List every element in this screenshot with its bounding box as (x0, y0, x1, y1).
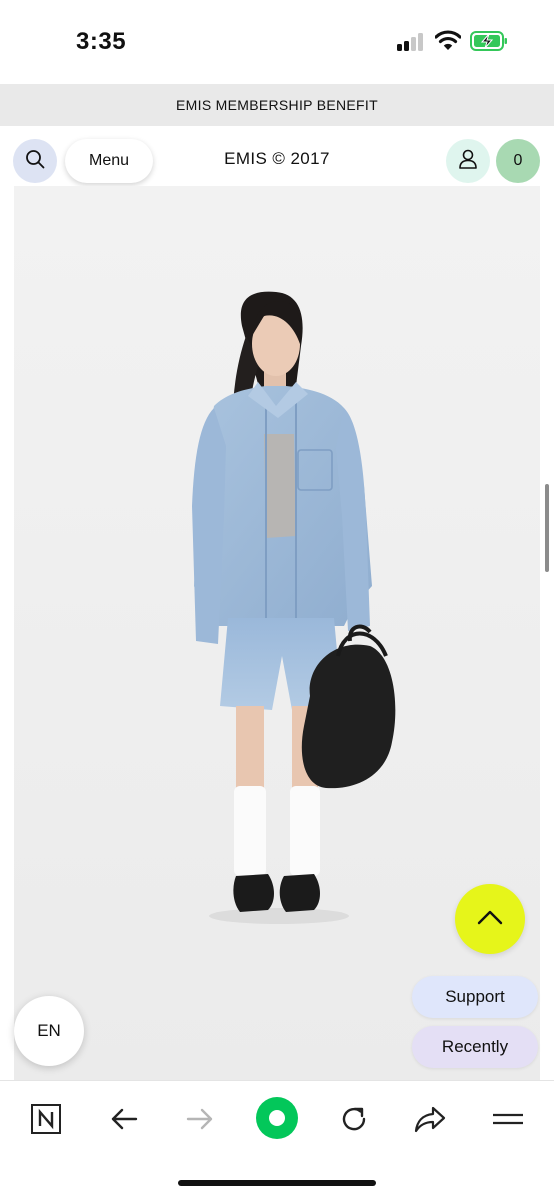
share-icon[interactable] (410, 1099, 450, 1139)
site-header: Menu EMIS © 2017 0 (0, 126, 554, 186)
wifi-icon (434, 30, 462, 52)
back-arrow-icon[interactable] (104, 1099, 144, 1139)
cellular-signal-icon (397, 33, 425, 51)
cart-button[interactable]: 0 (496, 139, 540, 183)
support-button[interactable]: Support (412, 976, 538, 1018)
hero-product-image[interactable] (14, 186, 540, 1080)
membership-banner[interactable]: EMIS MEMBERSHIP BENEFIT (0, 84, 554, 126)
menu-lines-icon[interactable] (488, 1099, 528, 1139)
battery-charging-icon (470, 31, 508, 51)
support-label: Support (445, 987, 505, 1006)
recently-viewed-button[interactable]: Recently (412, 1026, 538, 1068)
home-green-circle-icon[interactable] (254, 1095, 300, 1141)
account-button[interactable] (446, 139, 490, 183)
reload-icon[interactable] (334, 1099, 374, 1139)
recently-label: Recently (441, 1037, 509, 1056)
scroll-to-top-button[interactable] (455, 884, 525, 954)
forward-arrow-icon[interactable] (180, 1099, 220, 1139)
cart-count: 0 (513, 152, 523, 169)
status-time: 3:35 (76, 28, 127, 55)
home-indicator[interactable] (178, 1180, 376, 1186)
language-label: EN (37, 1021, 61, 1040)
chevron-up-icon (477, 909, 503, 930)
naver-n-icon[interactable] (26, 1099, 66, 1139)
language-button[interactable]: EN (14, 996, 84, 1066)
status-bar: 3:35 (0, 0, 554, 84)
user-icon (457, 148, 479, 175)
scrollbar[interactable] (545, 484, 549, 572)
banner-text: EMIS MEMBERSHIP BENEFIT (176, 97, 378, 113)
model-in-denim-outfit-photo (14, 186, 540, 1080)
